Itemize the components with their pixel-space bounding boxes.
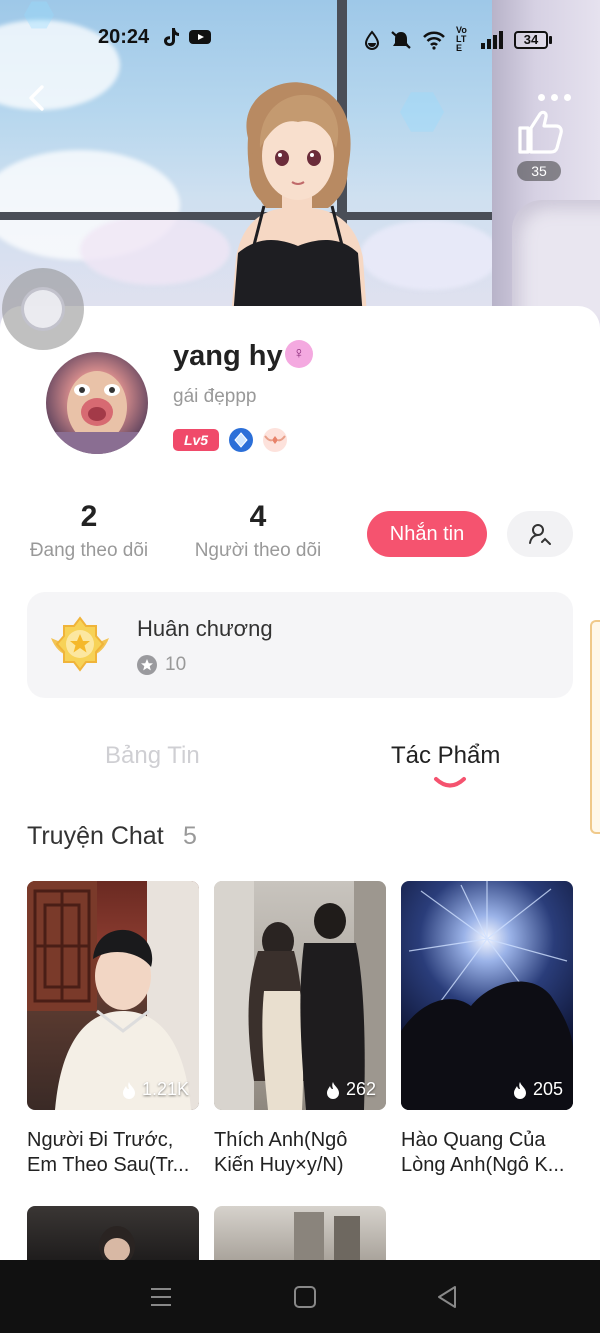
menu-icon[interactable] — [148, 1284, 174, 1310]
avatar[interactable] — [46, 352, 148, 454]
chevron-left-icon — [29, 85, 44, 111]
story-title: Người Đi Trước, Em Theo Sau(Tr... — [27, 1129, 190, 1176]
follow-button[interactable] — [507, 511, 573, 557]
screen: 20:24 Vo LTE 34 35 yang hy ♀ gái đẹppp L… — [0, 0, 600, 1333]
followers-label: Người theo dõi — [194, 540, 322, 561]
home-icon[interactable] — [292, 1284, 318, 1310]
tab-feed[interactable]: Bảng Tin — [105, 742, 200, 770]
medal-count-row: 10 — [137, 654, 186, 676]
story-cover: 262 — [214, 881, 386, 1110]
story-card[interactable]: 205 Hào Quang Của Lòng Anh(Ngô K... — [401, 881, 573, 1178]
youtube-icon — [189, 30, 211, 44]
level-badge[interactable]: Lv5 — [173, 429, 219, 451]
tiktok-icon — [164, 28, 179, 46]
mute-icon — [391, 30, 411, 49]
fire-icon — [513, 1081, 526, 1099]
status-bar: 20:24 Vo LTE 34 — [0, 0, 600, 72]
story-card[interactable]: 1.21K Người Đi Trước, Em Theo Sau(Tr... — [27, 881, 199, 1178]
following-label: Đang theo dõi — [29, 540, 149, 561]
fire-icon — [122, 1081, 135, 1099]
volte-label: Vo LTE — [456, 25, 467, 53]
like-count: 35 — [517, 161, 561, 181]
medal-count: 10 — [165, 654, 187, 675]
character-illustration — [230, 82, 368, 330]
story-card-partial[interactable] — [214, 1206, 386, 1262]
story-cover: 205 — [401, 881, 573, 1110]
story-title: Thích Anh(Ngô Kiến Huy×y/N) — [214, 1129, 348, 1176]
fire-icon — [326, 1081, 339, 1099]
status-time: 20:24 — [98, 26, 150, 48]
data-saver-icon — [364, 29, 380, 50]
section-title: Truyện Chat — [27, 822, 164, 850]
badge-row: Lv5 — [173, 428, 287, 452]
medal-card[interactable]: Huân chương 10 — [27, 592, 573, 698]
story-card-partial[interactable] — [27, 1206, 199, 1262]
story-card[interactable]: 262 Thích Anh(Ngô Kiến Huy×y/N) — [214, 881, 386, 1178]
message-button[interactable]: Nhắn tin — [367, 511, 487, 557]
story-views: 262 — [325, 1079, 376, 1100]
assistive-touch-button[interactable] — [2, 268, 84, 350]
wifi-icon — [423, 31, 445, 50]
profile-card: yang hy ♀ gái đẹppp Lv5 2 Đang theo dõi … — [0, 306, 600, 1266]
story-cover: 1.21K — [27, 881, 199, 1110]
profile-bio: gái đẹppp — [173, 386, 257, 407]
thumbs-up-icon — [518, 110, 563, 154]
medal-title: Huân chương — [137, 616, 273, 641]
diamond-badge-icon[interactable] — [229, 428, 253, 452]
add-user-icon — [529, 524, 551, 545]
gender-badge: ♀ — [285, 340, 313, 368]
followers-count: 4 — [249, 500, 267, 533]
like-button[interactable] — [514, 108, 564, 156]
wings-badge-icon[interactable] — [263, 428, 287, 452]
story-views: 1.21K — [121, 1079, 189, 1100]
story-title: Hào Quang Của Lòng Anh(Ngô K... — [401, 1129, 565, 1176]
system-navigation-bar — [0, 1260, 600, 1333]
more-dots-icon — [537, 93, 545, 101]
back-nav-icon[interactable] — [434, 1284, 460, 1310]
side-floating-tab[interactable] — [590, 620, 600, 834]
story-views: 205 — [512, 1079, 563, 1100]
following-count: 2 — [80, 500, 98, 533]
battery-indicator: 34 — [514, 30, 552, 49]
signal-icon — [481, 30, 503, 49]
system-status-icons: Vo LTE 34 — [364, 26, 552, 53]
active-tab-indicator — [434, 777, 466, 788]
tab-works[interactable]: Tác Phẩm — [391, 742, 500, 770]
star-icon — [137, 655, 157, 675]
following-stat[interactable]: 2 Đang theo dõi — [27, 500, 151, 562]
more-options-button[interactable] — [534, 90, 574, 104]
section-count: 5 — [183, 822, 197, 850]
medal-icon — [51, 616, 109, 672]
notification-icons — [162, 27, 212, 47]
battery-level: 34 — [514, 30, 548, 49]
back-button[interactable] — [22, 82, 54, 114]
followers-stat[interactable]: 4 Người theo dõi — [192, 500, 324, 562]
username: yang hy — [173, 340, 283, 372]
